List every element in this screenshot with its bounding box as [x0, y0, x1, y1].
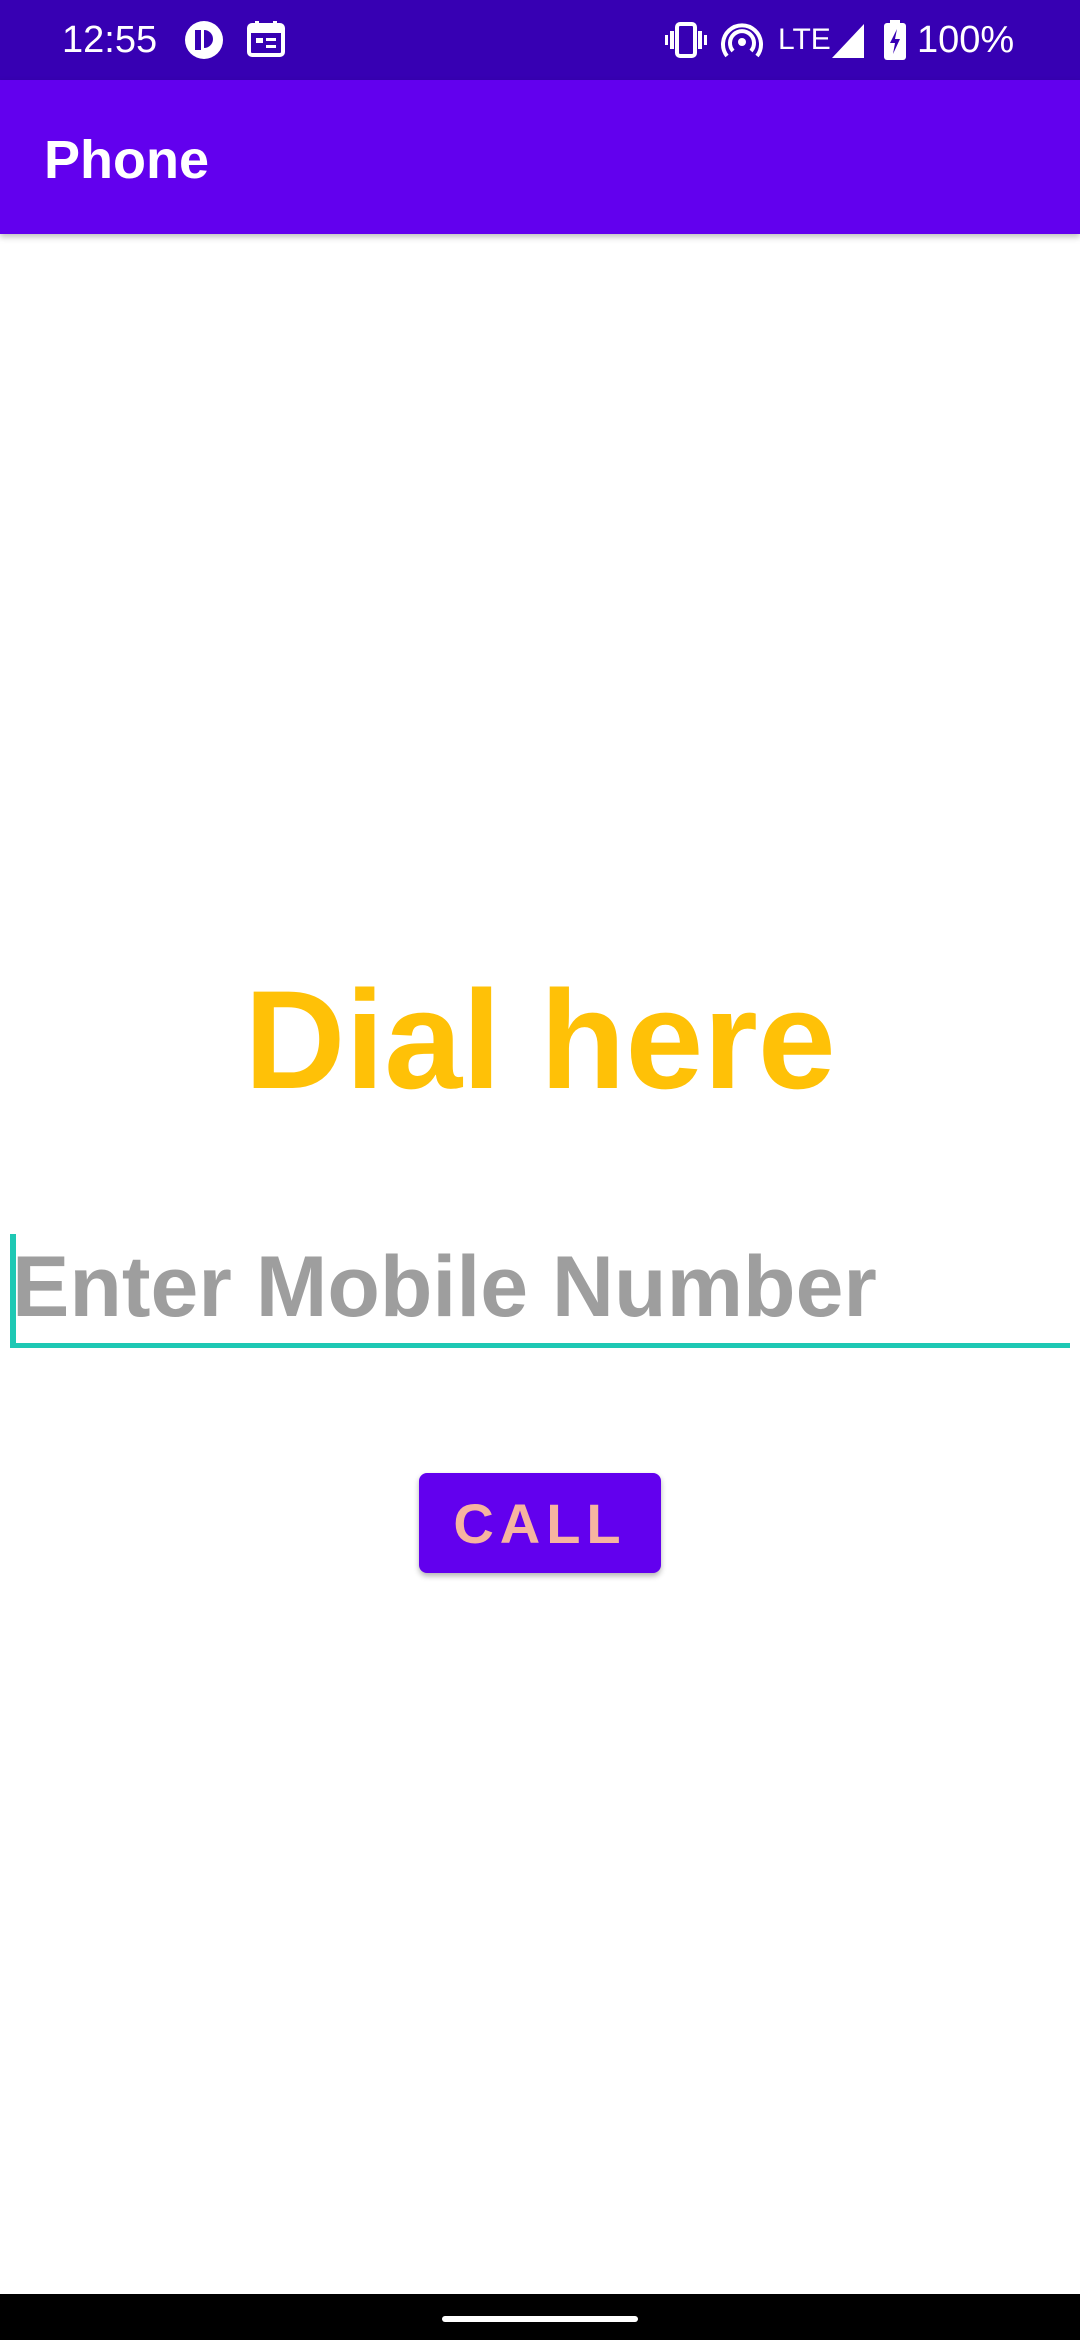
text-cursor — [10, 1234, 16, 1346]
vibrate-icon — [665, 22, 707, 58]
battery-charging-icon — [884, 20, 906, 60]
calendar-icon — [247, 21, 285, 57]
battery-level: 100% — [917, 19, 1015, 61]
phone-input-container — [10, 1232, 1070, 1356]
home-gesture-handle[interactable] — [442, 2316, 638, 2322]
hotspot-icon — [721, 23, 763, 58]
call-button[interactable]: CALL — [419, 1473, 661, 1573]
navigation-bar — [0, 2294, 1080, 2340]
app-title: Phone — [44, 130, 210, 190]
data-saver-icon — [185, 21, 223, 59]
status-time: 12:55 — [62, 19, 158, 61]
dial-heading: Dial here — [244, 961, 836, 1118]
app-bar: Phone — [0, 80, 1080, 234]
status-bar: 12:55 LTE 100% — [0, 0, 1080, 80]
network-type: LTE — [778, 23, 831, 56]
mobile-number-input[interactable] — [10, 1232, 1070, 1348]
signal-icon — [832, 24, 864, 58]
